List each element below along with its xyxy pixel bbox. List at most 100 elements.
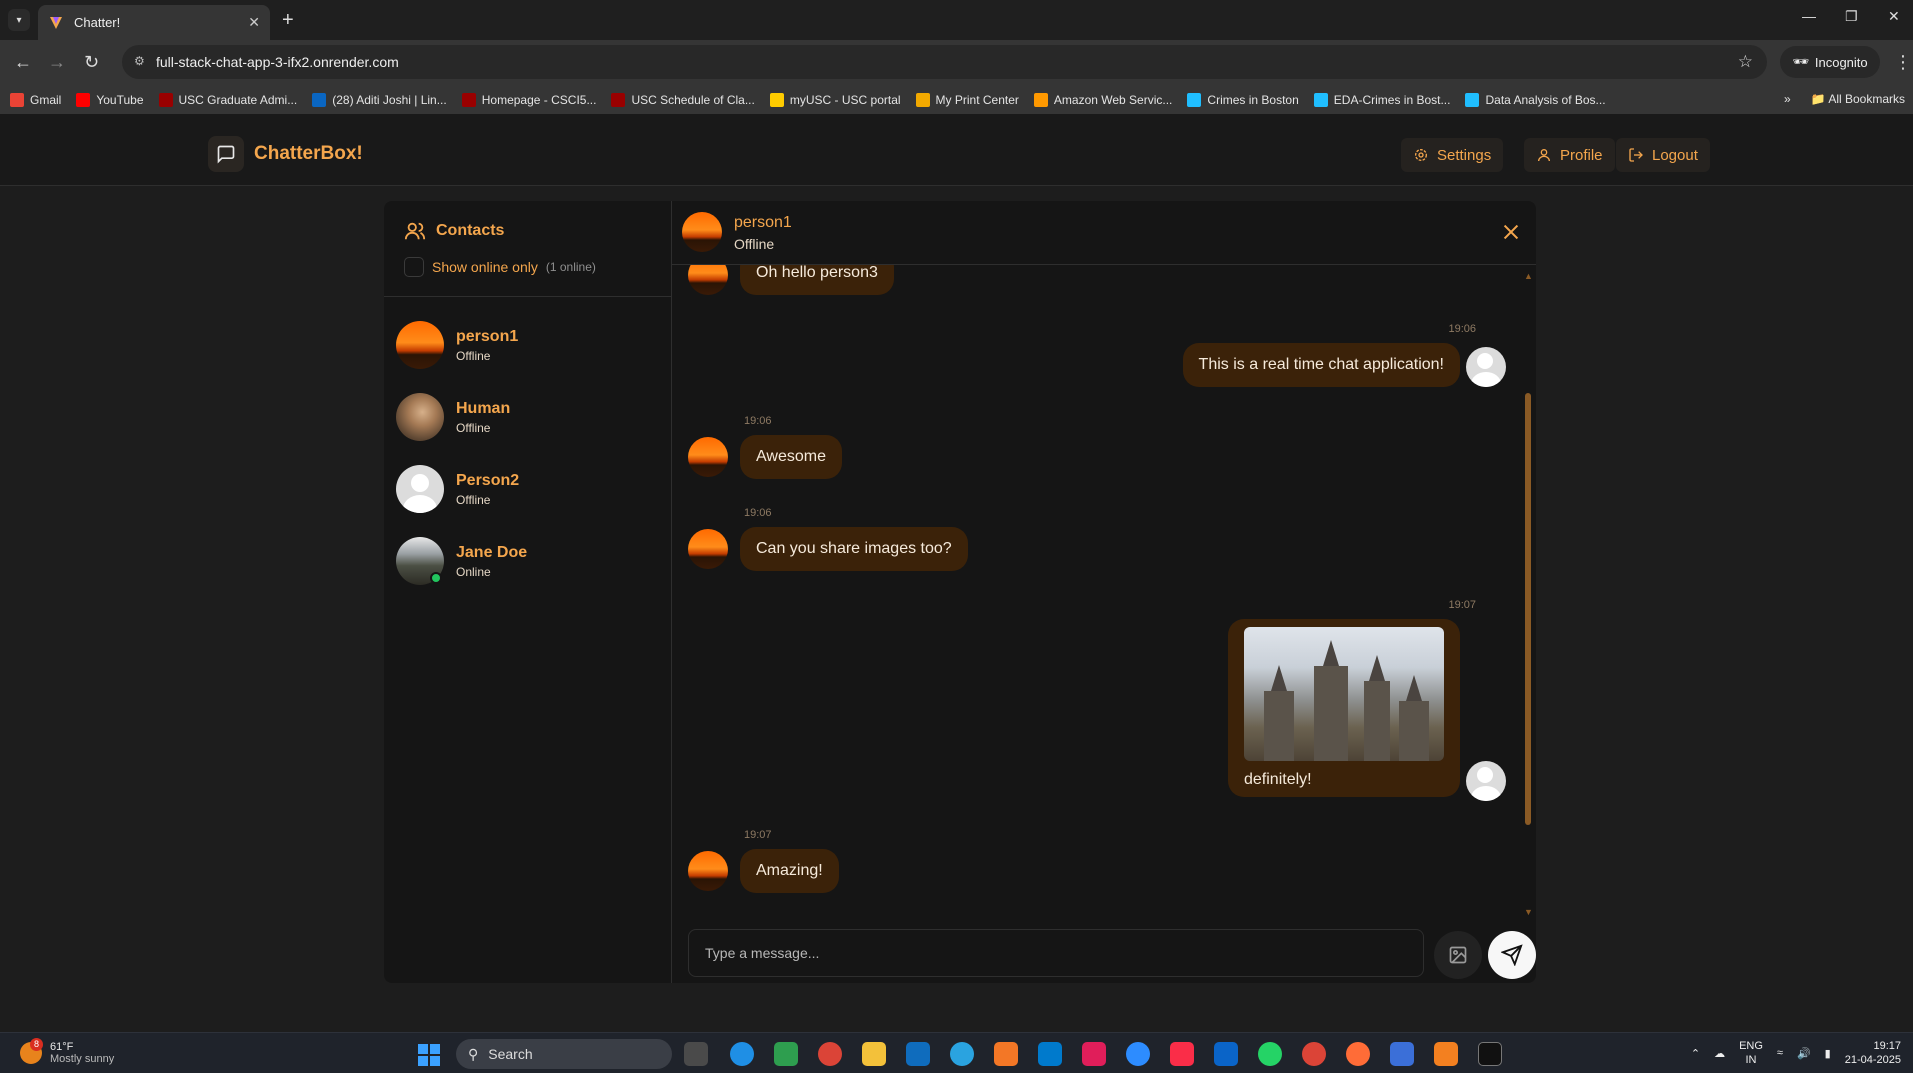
minimize-icon[interactable]: — (1802, 8, 1816, 24)
telegram-icon[interactable] (950, 1042, 974, 1066)
file-explorer-icon[interactable] (862, 1042, 886, 1066)
tab-close-icon[interactable]: ✕ (248, 14, 260, 31)
zoom-icon[interactable] (1126, 1042, 1150, 1066)
sidebar-header: Contacts Show online only (1 online) (384, 201, 672, 297)
message-bubble: This is a real time chat application! (1182, 343, 1460, 387)
brand-name: ChatterBox! (254, 143, 363, 164)
image-message-bubble: definitely! (1228, 619, 1460, 797)
bookmark-item[interactable]: (28) Aditi Joshi | Lin... (312, 93, 447, 107)
bookmark-item[interactable]: EDA-Crimes in Bost... (1313, 93, 1450, 107)
contact-status: Offline (456, 492, 491, 507)
weather-widget[interactable]: 8 61°F Mostly sunny (20, 1038, 114, 1065)
scroll-down-icon[interactable]: ▼ (1524, 907, 1533, 917)
message-square-icon (208, 136, 244, 172)
more-bookmarks-icon[interactable]: » (1784, 92, 1791, 106)
contact-avatar (396, 321, 444, 369)
all-bookmarks-button[interactable]: 📁 All Bookmarks (1811, 92, 1905, 106)
online-indicator (430, 572, 442, 584)
online-only-checkbox[interactable] (404, 257, 424, 277)
scrollbar-thumb[interactable] (1525, 393, 1531, 825)
browser-menu-icon[interactable]: ⋮ (1894, 52, 1912, 73)
message-time: 19:06 (744, 507, 772, 519)
show-online-filter[interactable]: Show online only (1 online) (404, 257, 596, 277)
postman-icon[interactable] (1346, 1042, 1370, 1066)
contact-item[interactable]: Person2 Offline (384, 453, 672, 525)
incognito-label: Incognito (1814, 54, 1868, 70)
close-chat-icon[interactable] (1500, 221, 1522, 243)
scroll-up-icon[interactable]: ▲ (1524, 271, 1533, 281)
settings-button[interactable]: Settings (1401, 138, 1504, 172)
volume-icon[interactable]: 🔊 (1797, 1047, 1811, 1060)
attach-image-button[interactable] (1434, 931, 1482, 979)
message-avatar (688, 529, 728, 569)
address-bar[interactable]: ⚙ full-stack-chat-app-3-ifx2.onrender.co… (122, 45, 1767, 79)
contact-item[interactable]: Jane Doe Online (384, 525, 672, 597)
brand-link[interactable]: ChatterBox! (208, 136, 363, 172)
contact-name: Human (456, 399, 511, 417)
clock[interactable]: 19:17 21-04-2025 (1845, 1039, 1901, 1067)
language-indicator[interactable]: ENG IN (1739, 1039, 1763, 1067)
reload-icon[interactable]: ↻ (84, 52, 99, 73)
logout-button[interactable]: Logout (1616, 138, 1710, 172)
terminal-icon[interactable] (1478, 1042, 1502, 1066)
bookmark-item[interactable]: Data Analysis of Bos... (1465, 93, 1606, 107)
vscode-icon[interactable] (1038, 1042, 1062, 1066)
profile-button[interactable]: Profile (1524, 138, 1615, 172)
send-icon (1501, 944, 1523, 966)
bookmark-item[interactable]: USC Schedule of Cla... (611, 93, 755, 107)
contact-avatar (396, 393, 444, 441)
notepad-icon[interactable] (1390, 1042, 1414, 1066)
cloudflare-icon[interactable] (1434, 1042, 1458, 1066)
browser-tab[interactable]: Chatter! ✕ (38, 5, 270, 40)
bookmark-item[interactable]: Gmail (10, 93, 61, 107)
tab-title: Chatter! (74, 15, 121, 30)
slack-icon[interactable] (1082, 1042, 1106, 1066)
contact-item[interactable]: Human Offline (384, 381, 672, 453)
tab-list-chevron-icon[interactable]: ▾ (8, 9, 30, 31)
bookmark-star-icon[interactable]: ☆ (1738, 52, 1753, 72)
edge-icon[interactable] (730, 1042, 754, 1066)
chrome-icon[interactable] (818, 1042, 842, 1066)
task-view-icon[interactable] (684, 1042, 708, 1066)
wifi-icon[interactable]: ≈ (1777, 1047, 1783, 1059)
sheets-icon[interactable] (774, 1042, 798, 1066)
bookmark-item[interactable]: Crimes in Boston (1187, 93, 1299, 107)
new-tab-button[interactable]: + (282, 9, 294, 32)
back-arrow-icon[interactable]: ← (14, 52, 32, 73)
outlook-icon[interactable] (1214, 1042, 1238, 1066)
windows-start-icon[interactable] (418, 1044, 440, 1066)
bookmark-item[interactable]: USC Graduate Admi... (158, 93, 297, 107)
bookmark-item[interactable]: Homepage - CSCI5... (461, 93, 596, 107)
message-composer (672, 923, 1536, 983)
message-input[interactable] (688, 929, 1424, 977)
taskbar-search[interactable]: ⚲ Search (456, 1039, 672, 1069)
chrome-incognito-icon[interactable] (1302, 1042, 1326, 1066)
contact-status: Offline (456, 348, 491, 363)
forward-arrow-icon[interactable]: → (48, 52, 66, 73)
bookmark-item[interactable]: Amazon Web Servic... (1033, 93, 1172, 107)
logout-label: Logout (1652, 146, 1698, 164)
tray-chevron-icon[interactable]: ⌃ (1691, 1047, 1700, 1060)
window-close-icon[interactable]: ✕ (1888, 8, 1900, 25)
os-taskbar: 8 61°F Mostly sunny ⚲ Search ⌃ ☁ ENG IN … (0, 1032, 1913, 1073)
whatsapp-icon[interactable] (1258, 1042, 1282, 1066)
bookmark-item[interactable]: My Print Center (915, 93, 1019, 107)
incognito-icon: 🕶 (1792, 54, 1809, 69)
shared-image[interactable] (1244, 627, 1444, 761)
user-icon (1538, 149, 1550, 162)
battery-icon[interactable]: ▮ (1825, 1047, 1831, 1060)
jupyter-icon[interactable] (994, 1042, 1018, 1066)
music-icon[interactable] (1170, 1042, 1194, 1066)
restore-icon[interactable]: ❐ (1845, 8, 1858, 25)
incognito-badge[interactable]: 🕶 Incognito (1780, 46, 1880, 78)
contact-item[interactable]: person1 Offline (384, 309, 672, 381)
message-list: Oh hello person3 19:06 This is a real ti… (672, 265, 1536, 923)
message-scrollbar[interactable]: ▲ ▼ (1524, 271, 1533, 917)
site-info-icon[interactable]: ⚙ (134, 54, 150, 70)
onedrive-icon[interactable]: ☁ (1714, 1047, 1725, 1060)
bookmark-item[interactable]: YouTube (76, 93, 144, 107)
send-button[interactable] (1488, 931, 1536, 979)
contact-avatar-wrap (396, 537, 444, 585)
bookmark-item[interactable]: myUSC - USC portal (769, 93, 901, 107)
store-icon[interactable] (906, 1042, 930, 1066)
